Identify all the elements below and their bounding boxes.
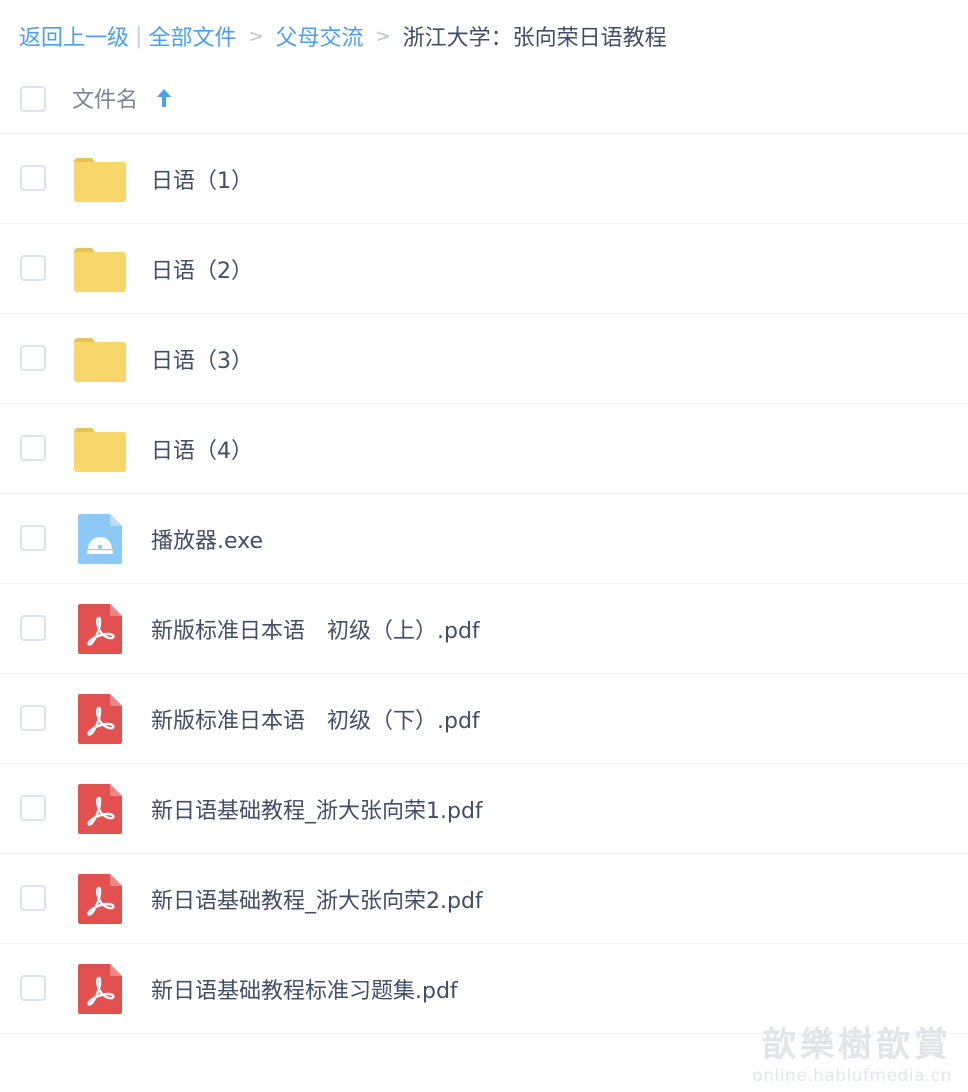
- file-name[interactable]: 新版标准日本语 初级（下）.pdf: [151, 703, 480, 735]
- file-row[interactable]: 日语（2）: [0, 224, 968, 314]
- file-row[interactable]: 日语（4）: [0, 404, 968, 494]
- file-row[interactable]: 新版标准日本语 初级（上）.pdf: [0, 584, 968, 674]
- select-all-checkbox[interactable]: [20, 86, 46, 112]
- row-checkbox[interactable]: [20, 705, 46, 731]
- row-checkbox[interactable]: [20, 165, 46, 191]
- file-list-header: 文件名: [0, 62, 968, 134]
- file-name[interactable]: 日语（1）: [151, 163, 253, 195]
- file-name[interactable]: 新日语基础教程_浙大张向荣2.pdf: [151, 883, 483, 915]
- folder-icon[interactable]: [72, 424, 128, 474]
- breadcrumb-separator: >: [248, 25, 264, 47]
- file-browser: 返回上一级 | 全部文件 > 父母交流 > 浙江大学：张向荣日语教程 文件名 日…: [0, 0, 968, 1092]
- file-name[interactable]: 新日语基础教程标准习题集.pdf: [151, 973, 458, 1005]
- file-row[interactable]: 新日语基础教程_浙大张向荣1.pdf: [0, 764, 968, 854]
- file-list: 日语（1） 日语（2） 日语（3） 日语（4） 播放器.exe 新版标准日本语 初级（上）…: [0, 134, 968, 1034]
- pdf-file-icon[interactable]: [72, 874, 128, 924]
- folder-icon[interactable]: [72, 154, 128, 204]
- breadcrumb-current-folder: 浙江大学：张向荣日语教程: [402, 26, 667, 51]
- row-checkbox[interactable]: [20, 795, 46, 821]
- row-checkbox[interactable]: [20, 885, 46, 911]
- pdf-file-icon[interactable]: [72, 964, 128, 1014]
- file-row[interactable]: 播放器.exe: [0, 494, 968, 584]
- file-row[interactable]: 新日语基础教程_浙大张向荣2.pdf: [0, 854, 968, 944]
- row-checkbox[interactable]: [20, 255, 46, 281]
- file-row[interactable]: 日语（3）: [0, 314, 968, 404]
- breadcrumb-separator: >: [375, 25, 391, 47]
- file-name[interactable]: 新日语基础教程_浙大张向荣1.pdf: [151, 793, 483, 825]
- file-name[interactable]: 日语（4）: [151, 433, 253, 465]
- pdf-file-icon[interactable]: [72, 604, 128, 654]
- row-checkbox[interactable]: [20, 435, 46, 461]
- column-header-filename[interactable]: 文件名: [72, 82, 138, 114]
- file-row[interactable]: 新日语基础教程标准习题集.pdf: [0, 944, 968, 1034]
- file-name[interactable]: 日语（3）: [151, 343, 253, 375]
- file-name[interactable]: 新版标准日本语 初级（上）.pdf: [151, 613, 480, 645]
- breadcrumb-all-files[interactable]: 全部文件: [148, 20, 236, 52]
- breadcrumb-parent-folder[interactable]: 父母交流: [276, 20, 364, 52]
- row-checkbox[interactable]: [20, 975, 46, 1001]
- row-checkbox[interactable]: [20, 615, 46, 641]
- file-row[interactable]: 日语（1）: [0, 134, 968, 224]
- folder-icon[interactable]: [72, 334, 128, 384]
- row-checkbox[interactable]: [20, 345, 46, 371]
- arrow-up-icon[interactable]: [154, 86, 174, 110]
- watermark-url: online.hablufmedia.cn: [752, 1066, 952, 1086]
- pdf-file-icon[interactable]: [72, 784, 128, 834]
- pdf-file-icon[interactable]: [72, 694, 128, 744]
- file-row[interactable]: 新版标准日本语 初级（下）.pdf: [0, 674, 968, 764]
- row-checkbox[interactable]: [20, 525, 46, 551]
- folder-icon[interactable]: [72, 244, 128, 294]
- back-link[interactable]: 返回上一级: [19, 20, 129, 52]
- breadcrumb-divider: |: [135, 23, 143, 49]
- file-name[interactable]: 日语（2）: [151, 253, 253, 285]
- file-name[interactable]: 播放器.exe: [151, 523, 263, 555]
- exe-file-icon[interactable]: [72, 514, 128, 564]
- breadcrumb: 返回上一级 | 全部文件 > 父母交流 > 浙江大学：张向荣日语教程: [19, 19, 667, 53]
